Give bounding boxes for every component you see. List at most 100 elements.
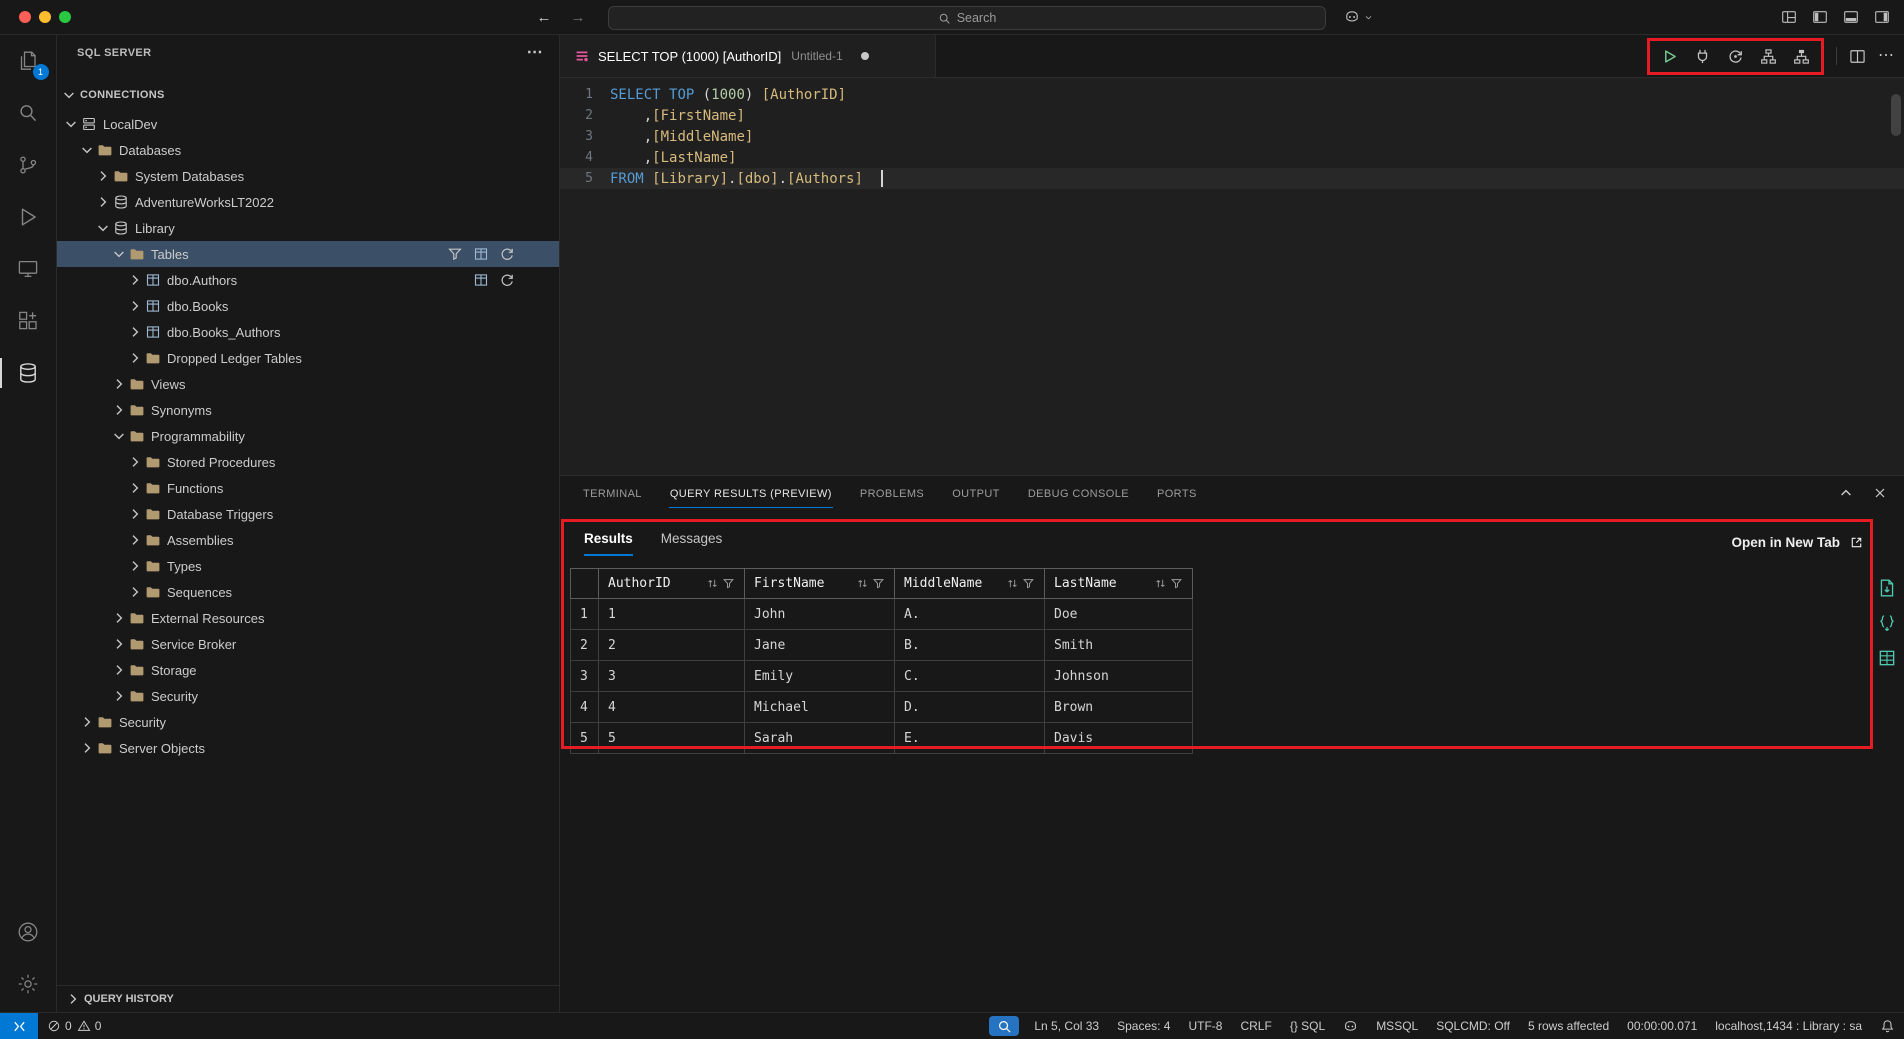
- tree-item-service-broker[interactable]: Service Broker: [57, 631, 559, 657]
- chevron-right-icon[interactable]: [111, 610, 127, 626]
- tree-item-programmability[interactable]: Programmability: [57, 423, 559, 449]
- panel-maximize-button[interactable]: [1838, 485, 1854, 501]
- status-sqlcmd[interactable]: SQLCMD: Off: [1427, 1013, 1519, 1039]
- chevron-right-icon[interactable]: [79, 740, 95, 756]
- code-editor[interactable]: 1SELECT TOP (1000) [AuthorID]2 ,[FirstNa…: [560, 78, 1904, 475]
- grid-cell[interactable]: Johnson: [1045, 661, 1193, 692]
- refresh-icon[interactable]: [499, 272, 515, 288]
- grid-cell[interactable]: John: [745, 599, 895, 630]
- code-line-5[interactable]: 5FROM [Library].[dbo].[Authors]: [560, 168, 1904, 189]
- status-notifications[interactable]: [1871, 1013, 1904, 1039]
- tree-item-database-triggers[interactable]: Database Triggers: [57, 501, 559, 527]
- grid-cell[interactable]: 2: [599, 630, 745, 661]
- filter-icon[interactable]: [872, 577, 885, 590]
- panel-tab-output[interactable]: OUTPUT: [951, 478, 1001, 508]
- table-icon[interactable]: [473, 272, 489, 288]
- filter-icon[interactable]: [1022, 577, 1035, 590]
- sort-icon[interactable]: [1154, 577, 1167, 590]
- status-end-of-line[interactable]: CRLF: [1231, 1013, 1280, 1039]
- code-line-2[interactable]: 2 ,[FirstName]: [560, 105, 1904, 126]
- grid-cell[interactable]: Doe: [1045, 599, 1193, 630]
- customize-layout-icon[interactable]: [1781, 9, 1797, 25]
- minimize-window-button[interactable]: [39, 11, 51, 23]
- tree-item-dbo-books-authors[interactable]: dbo.Books_Authors: [57, 319, 559, 345]
- code-line-4[interactable]: 4 ,[LastName]: [560, 147, 1904, 168]
- grid-cell[interactable]: 1: [599, 599, 745, 630]
- run-query-button[interactable]: [1661, 48, 1678, 65]
- sort-icon[interactable]: [856, 577, 869, 590]
- query-history-section-header[interactable]: QUERY HISTORY: [57, 985, 559, 1012]
- split-editor-button[interactable]: [1849, 48, 1866, 65]
- tree-item-external-resources[interactable]: External Resources: [57, 605, 559, 631]
- chevron-right-icon[interactable]: [127, 558, 143, 574]
- chevron-right-icon[interactable]: [111, 688, 127, 704]
- status-connection-provider[interactable]: MSSQL: [1367, 1013, 1427, 1039]
- grid-column-header-middlename[interactable]: MiddleName: [895, 569, 1045, 599]
- chevron-right-icon[interactable]: [127, 324, 143, 340]
- tree-item-sequences[interactable]: Sequences: [57, 579, 559, 605]
- chevron-down-icon[interactable]: [63, 116, 79, 132]
- copilot-menu-button[interactable]: [1344, 9, 1373, 25]
- save-as-json-button[interactable]: [1877, 613, 1897, 633]
- chevron-down-icon[interactable]: [95, 220, 111, 236]
- command-center-search[interactable]: Search: [608, 6, 1326, 30]
- code-line-3[interactable]: 3 ,[MiddleName]: [560, 126, 1904, 147]
- row-number-cell[interactable]: 3: [571, 661, 599, 692]
- chevron-right-icon[interactable]: [95, 168, 111, 184]
- chevron-right-icon[interactable]: [127, 298, 143, 314]
- tree-item-server-objects[interactable]: Server Objects: [57, 735, 559, 761]
- chevron-right-icon[interactable]: [127, 532, 143, 548]
- filter-icon[interactable]: [447, 246, 463, 262]
- tree-item-synonyms[interactable]: Synonyms: [57, 397, 559, 423]
- remote-indicator-button[interactable]: [0, 1013, 38, 1039]
- grid-cell[interactable]: A.: [895, 599, 1045, 630]
- status-encoding[interactable]: UTF-8: [1179, 1013, 1231, 1039]
- table-icon[interactable]: [473, 246, 489, 262]
- toggle-primary-sidebar-icon[interactable]: [1812, 9, 1828, 25]
- tree-item-dbo-authors[interactable]: dbo.Authors: [57, 267, 559, 293]
- results-tab-results[interactable]: Results: [584, 531, 633, 556]
- activity-bar-item-accounts[interactable]: [0, 906, 57, 958]
- status-copilot[interactable]: [1334, 1013, 1367, 1039]
- open-in-new-tab-button[interactable]: Open in New Tab: [1731, 535, 1864, 556]
- activity-bar-item-search[interactable]: [0, 87, 57, 139]
- chevron-right-icon[interactable]: [111, 636, 127, 652]
- status-query-duration[interactable]: 00:00:00.071: [1618, 1013, 1706, 1039]
- chevron-right-icon[interactable]: [111, 376, 127, 392]
- status-indentation[interactable]: Spaces: 4: [1108, 1013, 1179, 1039]
- grid-cell[interactable]: E.: [895, 723, 1045, 754]
- sort-icon[interactable]: [706, 577, 719, 590]
- grid-cell[interactable]: Michael: [745, 692, 895, 723]
- panel-tab-query-results-preview[interactable]: QUERY RESULTS (PREVIEW): [669, 478, 833, 508]
- modified-indicator[interactable]: [861, 52, 869, 60]
- filter-icon[interactable]: [722, 577, 735, 590]
- tree-item-views[interactable]: Views: [57, 371, 559, 397]
- grid-cell[interactable]: C.: [895, 661, 1045, 692]
- activity-bar-item-sql-server[interactable]: [0, 347, 57, 399]
- chevron-right-icon[interactable]: [127, 584, 143, 600]
- close-window-button[interactable]: [19, 11, 31, 23]
- chevron-right-icon[interactable]: [111, 662, 127, 678]
- tree-item-functions[interactable]: Functions: [57, 475, 559, 501]
- grid-cell[interactable]: Smith: [1045, 630, 1193, 661]
- status-rows-affected[interactable]: 5 rows affected: [1519, 1013, 1618, 1039]
- code-line-1[interactable]: 1SELECT TOP (1000) [AuthorID]: [560, 84, 1904, 105]
- chevron-down-icon[interactable]: [79, 142, 95, 158]
- activity-bar-item-extensions[interactable]: [0, 295, 57, 347]
- tree-item-security[interactable]: Security: [57, 683, 559, 709]
- tree-item-storage[interactable]: Storage: [57, 657, 559, 683]
- chevron-down-icon[interactable]: [111, 428, 127, 444]
- tree-item-security[interactable]: Security: [57, 709, 559, 735]
- save-as-csv-button[interactable]: [1877, 578, 1897, 598]
- panel-tab-ports[interactable]: PORTS: [1156, 478, 1198, 508]
- grid-column-header-firstname[interactable]: FirstName: [745, 569, 895, 599]
- actual-plan-button[interactable]: [1793, 48, 1810, 65]
- sort-icon[interactable]: [1006, 577, 1019, 590]
- status-cursor-position[interactable]: Ln 5, Col 33: [1025, 1013, 1108, 1039]
- chevron-right-icon[interactable]: [127, 350, 143, 366]
- row-number-cell[interactable]: 5: [571, 723, 599, 754]
- chevron-right-icon[interactable]: [127, 454, 143, 470]
- grid-column-header-authorid[interactable]: AuthorID: [599, 569, 745, 599]
- grid-corner-cell[interactable]: [571, 569, 599, 599]
- connect-button[interactable]: [1694, 48, 1711, 65]
